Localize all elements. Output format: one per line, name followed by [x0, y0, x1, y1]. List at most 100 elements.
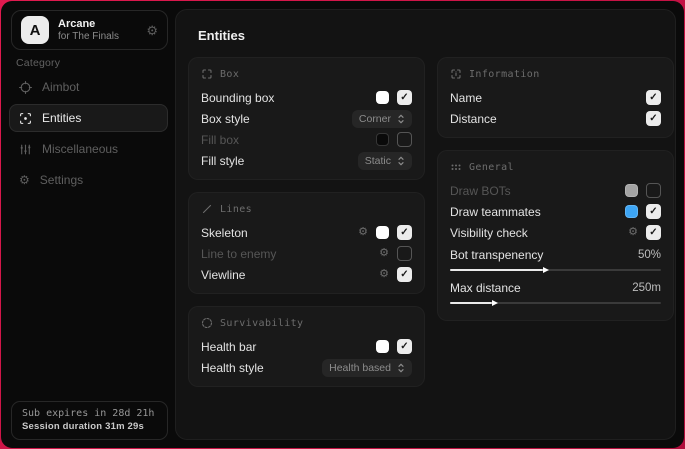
draw-teammates-row: Draw teammates ✓	[450, 201, 661, 222]
sidebar-item-settings[interactable]: ⚙ Settings	[9, 166, 168, 194]
draw-teammates-checkbox[interactable]: ✓	[646, 204, 661, 219]
box-style-dropdown[interactable]: Corner	[352, 110, 412, 128]
skeleton-settings-gear-icon[interactable]: ⚙	[358, 227, 368, 238]
fill-box-checkbox[interactable]: ✓	[397, 132, 412, 147]
sidebar-item-aimbot[interactable]: Aimbot	[9, 73, 168, 101]
lines-header-label: Lines	[220, 204, 252, 215]
box-style-label: Box style	[201, 112, 250, 126]
check-icon: ✓	[649, 207, 657, 217]
fill-box-label: Fill box	[201, 133, 239, 147]
draw-teammates-label: Draw teammates	[450, 205, 541, 219]
viewline-settings-gear-icon[interactable]: ⚙	[379, 269, 389, 280]
health-bar-label: Health bar	[201, 340, 256, 354]
information-card-header: Information	[450, 68, 661, 80]
bounding-box-checkbox[interactable]: ✓	[397, 90, 412, 105]
chevrons-up-down-icon	[397, 156, 405, 166]
distance-label: Distance	[450, 112, 497, 126]
health-style-row: Health style Health based	[201, 357, 412, 378]
chevrons-up-down-icon	[397, 363, 405, 373]
check-icon: ✓	[400, 228, 408, 238]
general-card-header: General	[450, 161, 661, 173]
bot-transparency-slider[interactable]	[450, 269, 661, 271]
sidebar-item-label: Entities	[42, 111, 81, 125]
slider-thumb[interactable]	[492, 300, 498, 306]
check-icon: ✓	[400, 270, 408, 280]
draw-bots-row: Draw BOTs ✓	[450, 180, 661, 201]
health-style-dropdown[interactable]: Health based	[322, 359, 412, 377]
health-bar-row: Health bar ✓	[201, 336, 412, 357]
app-subtitle: for The Finals	[58, 31, 137, 43]
max-distance-slider-block: Max distance 250m	[450, 279, 661, 304]
visibility-check-label: Visibility check	[450, 226, 528, 240]
visibility-check-settings-gear-icon[interactable]: ⚙	[628, 227, 638, 238]
viewline-checkbox[interactable]: ✓	[397, 267, 412, 282]
box-card: Box Bounding box ✓ Box style Corn	[188, 57, 425, 180]
brand-card: A Arcane for The Finals ⚙	[11, 10, 168, 50]
sidebar-item-label: Miscellaneous	[42, 142, 118, 156]
box-style-row: Box style Corner	[201, 108, 412, 129]
lines-card-header: Lines	[201, 203, 412, 215]
slider-fill	[450, 302, 492, 304]
bounding-box-label: Bounding box	[201, 91, 274, 105]
sidebar-item-entities[interactable]: Entities	[9, 104, 168, 132]
gear-icon: ⚙	[19, 174, 30, 186]
health-bar-checkbox[interactable]: ✓	[397, 339, 412, 354]
skeleton-color-swatch[interactable]	[376, 226, 389, 239]
sidebar-item-label: Aimbot	[42, 80, 79, 94]
skeleton-checkbox[interactable]: ✓	[397, 225, 412, 240]
box-style-value: Corner	[359, 113, 391, 125]
slider-thumb[interactable]	[543, 267, 549, 273]
bounding-box-row: Bounding box ✓	[201, 87, 412, 108]
viewline-row: Viewline ⚙ ✓	[201, 264, 412, 285]
bounding-box-color-swatch[interactable]	[376, 91, 389, 104]
draw-bots-label: Draw BOTs	[450, 184, 511, 198]
fill-box-color-swatch[interactable]	[376, 133, 389, 146]
health-style-label: Health style	[201, 361, 264, 375]
draw-bots-checkbox[interactable]: ✓	[646, 183, 661, 198]
slider-fill	[450, 269, 543, 271]
fill-style-dropdown[interactable]: Static	[358, 152, 412, 170]
brand-text: Arcane for The Finals	[58, 18, 137, 42]
fill-style-label: Fill style	[201, 154, 244, 168]
information-card: Information Name ✓ Distance ✓	[437, 57, 674, 138]
app-window: A Arcane for The Finals ⚙ Category Aimbo…	[1, 1, 684, 448]
check-icon: ✓	[649, 93, 657, 103]
line-to-enemy-checkbox[interactable]: ✓	[397, 246, 412, 261]
name-row: Name ✓	[450, 87, 661, 108]
diagonal-line-icon	[201, 203, 213, 215]
page-title: Entities	[198, 28, 663, 43]
check-icon: ✓	[400, 342, 408, 352]
distance-checkbox[interactable]: ✓	[646, 111, 661, 126]
box-select-icon	[201, 68, 213, 80]
category-label: Category	[16, 57, 60, 69]
chevrons-up-down-icon	[397, 114, 405, 124]
right-column: Information Name ✓ Distance ✓	[437, 57, 674, 321]
max-distance-slider[interactable]	[450, 302, 661, 304]
grid-dots-icon	[450, 161, 462, 173]
name-checkbox[interactable]: ✓	[646, 90, 661, 105]
general-header-label: General	[469, 162, 514, 173]
check-icon: ✓	[649, 114, 657, 124]
distance-row: Distance ✓	[450, 108, 661, 129]
bot-transparency-value: 50%	[638, 249, 661, 261]
draw-teammates-color-swatch[interactable]	[625, 205, 638, 218]
draw-bots-color-swatch[interactable]	[625, 184, 638, 197]
crosshair-icon	[19, 81, 32, 94]
survivability-header-label: Survivability	[220, 318, 303, 329]
line-to-enemy-settings-gear-icon[interactable]: ⚙	[379, 248, 389, 259]
viewline-label: Viewline	[201, 268, 245, 282]
session-duration-text: Session duration 31m 29s	[22, 421, 157, 432]
general-card: General Draw BOTs ✓ Draw teammates	[437, 150, 674, 321]
health-bar-color-swatch[interactable]	[376, 340, 389, 353]
survivability-card-header: Survivability	[201, 317, 412, 329]
settings-gear-icon[interactable]: ⚙	[146, 24, 158, 37]
sidebar-nav: Aimbot Entities Miscellaneous ⚙ Settings	[9, 73, 168, 197]
lines-card: Lines Skeleton ⚙ ✓ Line to enemy ⚙	[188, 192, 425, 294]
box-card-header: Box	[201, 68, 412, 80]
visibility-check-checkbox[interactable]: ✓	[646, 225, 661, 240]
max-distance-value: 250m	[632, 282, 661, 294]
left-column: Box Bounding box ✓ Box style Corn	[188, 57, 425, 387]
information-header-label: Information	[469, 69, 540, 80]
check-icon: ✓	[649, 228, 657, 238]
sidebar-item-miscellaneous[interactable]: Miscellaneous	[9, 135, 168, 163]
